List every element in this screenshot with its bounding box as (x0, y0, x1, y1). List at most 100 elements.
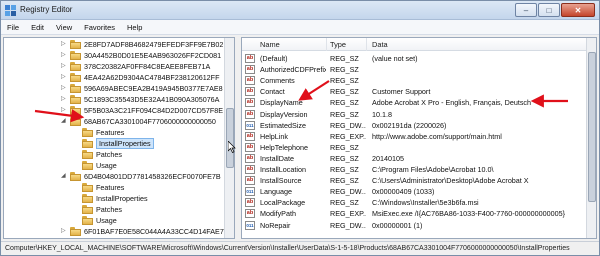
string-value-icon: ab (245, 109, 255, 119)
value-name: InstallDate (260, 153, 294, 163)
value-row[interactable]: ab Contact REG_SZ Customer Support (242, 86, 588, 97)
pane-splitter[interactable] (237, 37, 240, 239)
value-type: REG_EXP... (330, 209, 366, 219)
expand-arrow-icon[interactable]: ▷ (61, 52, 67, 59)
value-data: MsiExec.exe /I{AC76BA86-1033-F400-7760-0… (372, 209, 565, 219)
folder-icon (70, 117, 81, 126)
tree-item-label: 4EA42A62D9304AC4784BF238120612FF (84, 73, 220, 82)
tree-scroll-thumb[interactable] (226, 108, 234, 168)
value-name: Contact (260, 87, 285, 97)
value-row[interactable]: ab DisplayName REG_SZ Adobe Acrobat X Pro -… (242, 97, 588, 108)
list-scroll-thumb[interactable] (588, 52, 596, 202)
list-scrollbar[interactable] (586, 38, 596, 238)
expand-arrow-icon[interactable]: ▷ (61, 85, 67, 92)
value-name: InstallLocation (260, 165, 306, 174)
value-row[interactable]: ab Comments REG_SZ (242, 75, 588, 86)
menu-bar: File Edit View Favorites Help (1, 20, 599, 35)
binary-value-icon: 011 (245, 187, 255, 197)
value-row[interactable]: ab (Default) REG_SZ (value not set) (242, 53, 588, 64)
value-row[interactable]: ab AuthorizedCDFPrefix REG_SZ (242, 64, 588, 75)
value-type: REG_SZ (330, 54, 359, 63)
tree-item[interactable]: ◢ 6D4B04801DD7781458326ECF0070FE7B (4, 171, 226, 182)
tree-item[interactable]: Usage (4, 160, 226, 171)
value-row[interactable]: ab ModifyPath REG_EXP... MsiExec.exe /I{AC7… (242, 208, 588, 219)
tree-item-label: Usage (96, 216, 117, 225)
column-header-type[interactable]: Type (330, 40, 346, 49)
minimize-button[interactable]: – (515, 3, 537, 17)
tree-item-label: 2E8FD7ADF8B4682479EFEDF3FF9E7B02 (84, 40, 224, 49)
value-row[interactable]: ab InstallDate REG_SZ 20140105 (242, 153, 588, 164)
value-row[interactable]: ab DisplayVersion REG_SZ 10.1.8 (242, 109, 588, 120)
column-header-data[interactable]: Data (372, 40, 388, 49)
tree-item[interactable]: Usage (4, 215, 226, 226)
string-value-icon: ab (245, 153, 255, 163)
value-name: HelpLink (260, 131, 288, 141)
tree-item-label: InstallProperties (96, 194, 148, 203)
value-row[interactable]: ab InstallSource REG_SZ C:\Users\Administra… (242, 175, 588, 186)
value-name: Comments (260, 76, 295, 86)
value-row[interactable]: ab InstallLocation REG_SZ C:\Program Files\… (242, 164, 588, 175)
value-row[interactable]: 011 EstimatedSize REG_DW... 0x002191da (220… (242, 120, 588, 131)
folder-icon (82, 183, 93, 192)
string-value-icon: ab (245, 87, 255, 97)
tree-item[interactable]: ▷ 2E8FD7ADF8B4682479EFEDF3FF9E7B02 (4, 39, 226, 50)
collapse-arrow-icon[interactable]: ◢ (61, 118, 67, 125)
tree-scrollbar[interactable] (224, 38, 234, 238)
tree-item[interactable]: ▷ 5F5B03A3C21FF094C84D2D007CD57F8E (4, 105, 226, 116)
value-type: REG_SZ (330, 153, 359, 163)
folder-icon (70, 106, 81, 115)
close-button[interactable]: ✕ (561, 3, 595, 17)
tree-item[interactable]: ▷ 6F01BAF7E0E58C044A4A33CC4D14FAE7 (4, 226, 226, 237)
value-name: ModifyPath (260, 209, 296, 219)
expand-arrow-icon[interactable]: ▷ (61, 63, 67, 70)
folder-icon (82, 161, 93, 170)
column-divider[interactable] (326, 38, 327, 51)
menu-favorites[interactable]: Favorites (78, 23, 121, 32)
string-value-icon: ab (245, 98, 255, 108)
expand-arrow-icon[interactable]: ▷ (61, 107, 67, 114)
tree-item[interactable]: InstallProperties (4, 193, 226, 204)
value-row[interactable]: ab LocalPackage REG_SZ C:\Windows\Installer… (242, 197, 588, 208)
tree-item[interactable]: ◢ 68AB67CA3301004F7706000000000050 (4, 116, 226, 127)
tree-item[interactable]: ▷ 378C20382AF0FF84C8EAEE8FEB71A (4, 61, 226, 72)
tree-item[interactable]: Patches (4, 149, 226, 160)
tree-item[interactable]: ▷ 4EA42A62D9304AC4784BF238120612FF (4, 72, 226, 83)
value-type: REG_EXP... (330, 131, 366, 141)
value-data: C:\Windows\Installer\5e3b6fa.msi (372, 198, 479, 208)
tree-item[interactable]: Features (4, 182, 226, 193)
tree-item[interactable]: ▷ 5C1893C35543D5E32A41B090A305076A (4, 94, 226, 105)
window-controls: – □ ✕ (514, 3, 595, 17)
column-divider[interactable] (366, 38, 367, 51)
registry-tree-pane[interactable]: ▷ 2E8FD7ADF8B4682479EFEDF3FF9E7B02 ▷ 30A445… (3, 37, 235, 239)
folder-icon (82, 150, 93, 159)
value-row[interactable]: ab HelpLink REG_EXP... http://www.adobe.com… (242, 131, 588, 142)
tree-item[interactable]: Patches (4, 204, 226, 215)
value-row[interactable]: 011 NoRepair REG_DW... 0x00000001 (1) (242, 220, 588, 231)
expand-arrow-icon[interactable]: ▷ (61, 41, 67, 48)
menu-help[interactable]: Help (121, 23, 148, 32)
tree-item[interactable]: ▷ 30A4452B0D01E5E4AB963026FF2CD081 (4, 50, 226, 61)
expand-arrow-icon[interactable]: ▷ (61, 228, 67, 235)
menu-file[interactable]: File (1, 23, 25, 32)
tree-item[interactable]: InstallProperties (4, 138, 226, 149)
maximize-button[interactable]: □ (538, 3, 560, 17)
column-header-name[interactable]: Name (260, 40, 280, 49)
value-row[interactable]: 011 Language REG_DW... 0x00000409 (1033) (242, 186, 588, 197)
string-value-icon: ab (245, 142, 255, 152)
tree-item[interactable]: ▷ 596A69ABEC9EA2B419A945B0377E7AE8 (4, 83, 226, 94)
string-value-icon: ab (245, 209, 255, 219)
value-data: 0x00000409 (1033) (372, 187, 435, 197)
value-type: REG_SZ (330, 76, 359, 86)
expand-arrow-icon[interactable]: ▷ (61, 74, 67, 81)
tree-item[interactable]: Features (4, 127, 226, 138)
value-data: (value not set) (372, 54, 418, 63)
menu-edit[interactable]: Edit (25, 23, 50, 32)
value-name: DisplayVersion (260, 109, 308, 119)
menu-view[interactable]: View (50, 23, 78, 32)
collapse-arrow-icon[interactable]: ◢ (61, 173, 67, 180)
string-value-icon: ab (245, 65, 255, 75)
expand-arrow-icon[interactable]: ▷ (61, 96, 67, 103)
value-row[interactable]: ab HelpTelephone REG_SZ (242, 142, 588, 153)
tree-item-label: Features (96, 183, 125, 192)
values-list-pane[interactable]: Name Type Data ab (Default) REG_SZ (value n… (241, 37, 597, 239)
